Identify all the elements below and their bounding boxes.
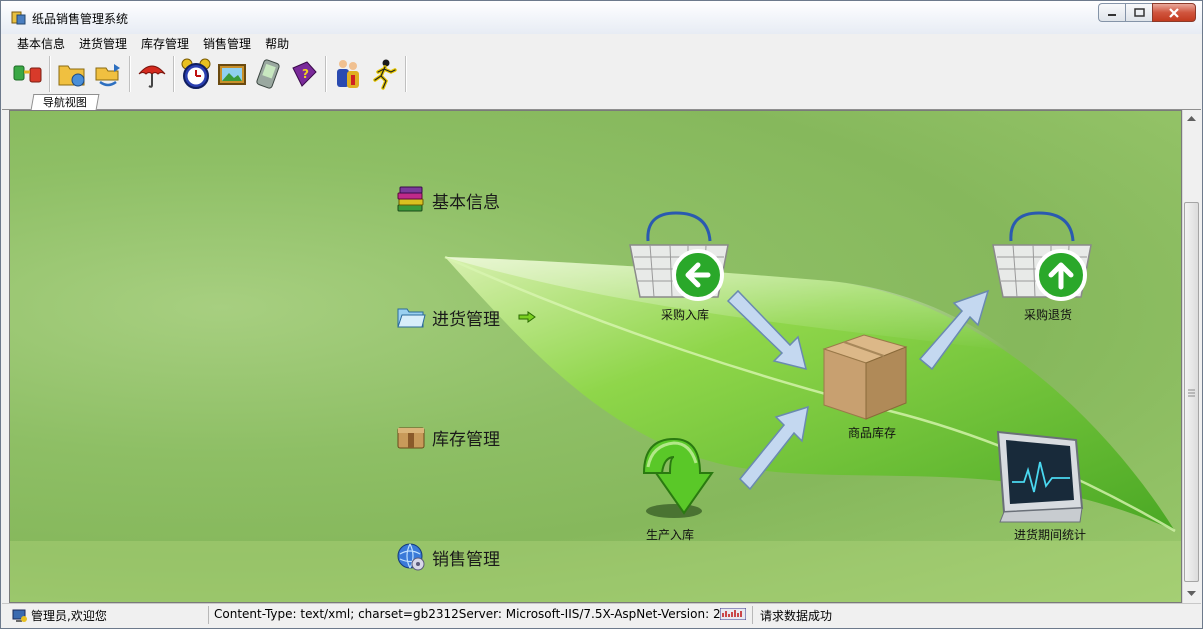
- toolbar-help-book-button[interactable]: ?: [286, 56, 322, 92]
- purchase-return-label: 采购退货: [1024, 308, 1073, 322]
- navigation-canvas: 基本信息 进货管理 库存管理 销售管理 采购入库 采购退货 商品库存 生产入库 …: [9, 110, 1182, 603]
- toolbar-umbrella-button[interactable]: [134, 56, 170, 92]
- nav-purchase-label: 进货管理: [432, 309, 500, 330]
- arrow-right-icon: [518, 311, 536, 323]
- help-book-icon: ?: [292, 61, 317, 87]
- purchase-stats-node[interactable]: 进货期间统计: [990, 426, 1100, 544]
- cardboard-box-icon: [822, 334, 908, 420]
- close-button[interactable]: [1152, 3, 1196, 22]
- scroll-thumb[interactable]: [1184, 202, 1199, 582]
- stock-node[interactable]: 商品库存: [820, 329, 910, 441]
- toolbar-separator: [129, 56, 131, 92]
- tab-navigation-view[interactable]: 导航视图: [30, 94, 100, 110]
- minimize-button[interactable]: [1098, 3, 1125, 22]
- nav-sales[interactable]: 销售管理: [396, 542, 500, 572]
- nav-purchase[interactable]: 进货管理: [396, 303, 536, 331]
- menu-sales[interactable]: 销售管理: [196, 34, 258, 54]
- status-message: 请求数据成功: [760, 609, 833, 623]
- toolbar-picture-button[interactable]: [214, 56, 250, 92]
- toolbar: ?: [2, 54, 1201, 94]
- toolbar-separator: [405, 56, 407, 92]
- status-server-info: Content-Type: text/xml; charset=gb2312Se…: [214, 607, 733, 621]
- purchase-in-label: 采购入库: [661, 308, 710, 322]
- users-icon: [337, 60, 359, 88]
- toolbar-separator: [49, 56, 51, 92]
- scroll-up-button[interactable]: [1183, 110, 1200, 127]
- close-icon: [1169, 7, 1179, 18]
- stock-label: 商品库存: [848, 426, 897, 440]
- toolbar-separator: [173, 56, 175, 92]
- connect-icon: [13, 65, 42, 83]
- vertical-scrollbar[interactable]: [1182, 110, 1200, 603]
- menu-bar: 基本信息 进货管理 库存管理 销售管理 帮助: [2, 34, 1201, 54]
- maximize-icon: [1133, 8, 1145, 17]
- svg-text:?: ?: [302, 67, 309, 81]
- toolbar-exit-button[interactable]: [366, 56, 402, 92]
- tab-label: 导航视图: [42, 96, 87, 109]
- status-separator: [208, 606, 209, 624]
- status-bar: 管理员,欢迎您 Content-Type: text/xml; charset=…: [2, 603, 1201, 628]
- main-window: 纸品销售管理系统 基本信息 进货管理 库存管理 销售管理 帮助 ? 导航视图 基…: [0, 0, 1203, 629]
- green-turn-arrow-icon: [642, 437, 714, 518]
- alarm-clock-icon: [181, 58, 211, 89]
- scroll-down-button[interactable]: [1183, 585, 1200, 602]
- minimize-icon: [1108, 13, 1116, 16]
- toolbar-alarm-clock-button[interactable]: [178, 56, 214, 92]
- open-folder-icon: [397, 308, 426, 328]
- purchase-stats-label: 进货期间统计: [1014, 528, 1087, 542]
- menu-purchase[interactable]: 进货管理: [72, 34, 134, 54]
- toolbar-folder-sync-button[interactable]: [54, 56, 90, 92]
- pda-icon: [256, 59, 280, 89]
- production-in-label: 生产入库: [646, 528, 695, 542]
- window-controls: [1098, 3, 1196, 23]
- transfer-icon: [95, 64, 120, 87]
- nav-basic-info[interactable]: 基本信息: [396, 185, 500, 215]
- scroll-down-icon: [1187, 590, 1196, 596]
- umbrella-icon: [138, 65, 166, 88]
- toolbar-connect-button[interactable]: [10, 56, 46, 92]
- toolbar-pda-button[interactable]: [250, 56, 286, 92]
- status-separator: [752, 606, 753, 624]
- archive-box-icon: [397, 427, 425, 449]
- nav-inventory[interactable]: 库存管理: [396, 423, 500, 451]
- user-computer-icon: [12, 609, 27, 622]
- maximize-button[interactable]: [1125, 3, 1152, 22]
- app-icon: [11, 11, 26, 25]
- running-man-icon: [373, 59, 397, 90]
- menu-help[interactable]: 帮助: [258, 34, 296, 54]
- purchase-return-node[interactable]: 采购退货: [989, 211, 1095, 323]
- purchase-in-node[interactable]: 采购入库: [626, 211, 732, 323]
- production-in-node[interactable]: 生产入库: [634, 433, 724, 543]
- nav-basic-info-label: 基本信息: [432, 192, 500, 213]
- scroll-up-icon: [1187, 115, 1196, 121]
- menu-basic-info[interactable]: 基本信息: [10, 34, 72, 54]
- nav-sales-label: 销售管理: [432, 549, 500, 570]
- basket-up-arrow-icon: [992, 211, 1092, 301]
- grip-icon: [1188, 389, 1195, 397]
- network-activity-icon: [720, 608, 746, 620]
- window-title: 纸品销售管理系统: [32, 12, 129, 26]
- menu-inventory[interactable]: 库存管理: [134, 34, 196, 54]
- status-user-text: 管理员,欢迎您: [31, 609, 107, 623]
- nav-inventory-label: 库存管理: [432, 429, 500, 450]
- tab-strip: 导航视图: [2, 94, 1201, 110]
- toolbar-separator: [325, 56, 327, 92]
- folder-sync-icon: [58, 65, 85, 87]
- toolbar-users-button[interactable]: [330, 56, 366, 92]
- monitor-chart-icon: [996, 430, 1084, 523]
- status-user: 管理员,欢迎您: [12, 607, 107, 624]
- books-icon: [397, 186, 424, 212]
- title-bar[interactable]: 纸品销售管理系统: [1, 1, 1202, 34]
- basket-back-arrow-icon: [629, 211, 729, 301]
- picture-icon: [218, 64, 246, 85]
- toolbar-transfer-button[interactable]: [90, 56, 126, 92]
- globe-gear-icon: [397, 543, 425, 571]
